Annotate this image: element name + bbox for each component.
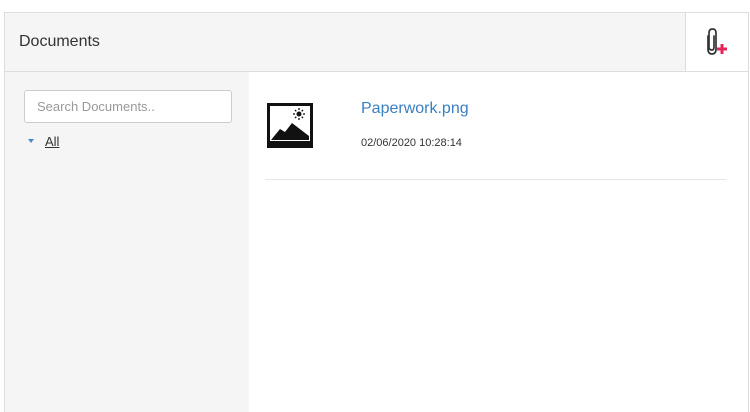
document-name-link[interactable]: Paperwork.png <box>361 100 469 118</box>
tree-item-all-label: All <box>45 133 60 149</box>
document-row: Paperwork.png 02/06/2020 10:28:14 <box>265 72 726 180</box>
sidebar: All <box>5 72 249 412</box>
tree-item-all[interactable]: All <box>28 133 59 149</box>
image-file-icon <box>267 103 313 148</box>
panel-title: Documents <box>19 33 100 50</box>
attach-document-button[interactable] <box>685 13 748 71</box>
search-documents-input[interactable] <box>24 90 232 123</box>
panel-header: Documents <box>5 13 748 72</box>
plus-vertical <box>720 44 724 54</box>
caret-down-icon <box>28 139 34 143</box>
paperclip-plus-icon <box>707 28 727 55</box>
documents-panel: Documents All <box>4 12 749 412</box>
document-date: 02/06/2020 10:28:14 <box>361 137 462 149</box>
document-list: Paperwork.png 02/06/2020 10:28:14 <box>249 72 748 412</box>
